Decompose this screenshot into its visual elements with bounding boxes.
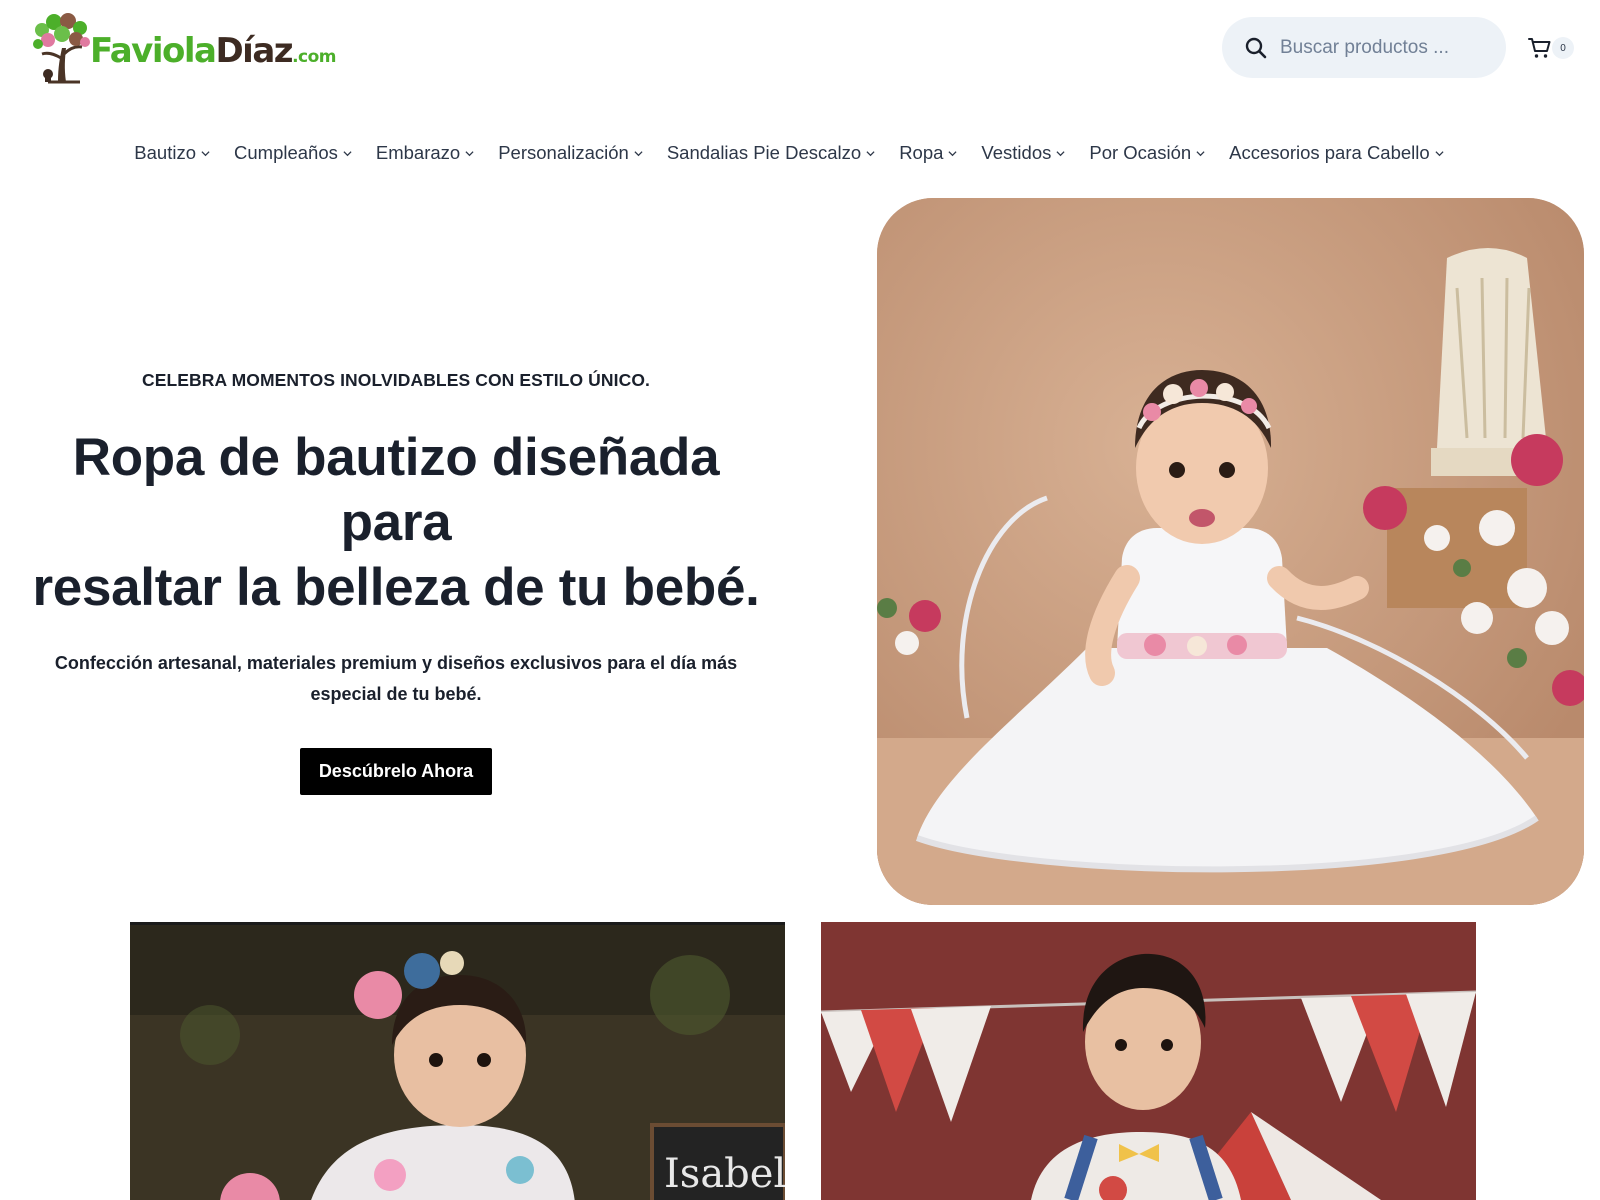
hero-photo-illustration [877,198,1584,905]
nav-item-label: Accesorios para Cabello [1229,142,1430,163]
chalkboard-name: Isabel [664,1151,785,1197]
hero-section: CELEBRA MOMENTOS INOLVIDABLES CON ESTILO… [20,370,772,795]
search-input[interactable] [1280,36,1490,59]
nav-item-ropa[interactable]: Ropa [899,138,957,168]
nav-item-por-ocasion[interactable]: Por Ocasión [1089,138,1205,168]
nav-item-cumpleanos[interactable]: Cumpleaños [234,138,352,168]
main-navigation: Bautizo Cumpleaños Embarazo Personalizac… [0,138,1600,168]
hero-image [877,198,1584,905]
chevron-down-icon [1196,150,1205,156]
chevron-down-icon [1435,150,1444,156]
hero-title: Ropa de bautizo diseñada para resaltar l… [20,425,772,620]
chevron-down-icon [634,150,643,156]
nav-item-embarazo[interactable]: Embarazo [376,138,474,168]
chevron-down-icon [948,150,957,156]
product-card-image-boy[interactable] [821,922,1476,1200]
hero-title-line1: Ropa de bautizo diseñada para [72,428,720,552]
tree-logo-icon [33,13,90,84]
hero-title-line2: resaltar la belleza de tu bebé. [32,558,760,617]
chevron-down-icon [343,150,352,156]
chevron-down-icon [465,150,474,156]
nav-item-label: Por Ocasión [1089,142,1192,163]
nav-item-label: Cumpleaños [234,142,338,163]
search-box[interactable] [1222,17,1506,78]
nav-item-label: Embarazo [375,142,461,163]
chevron-down-icon [1056,150,1065,156]
cart-button[interactable]: 0 [1528,34,1578,62]
logo-text-part1: Faviola [90,31,217,71]
nav-item-label: Personalización [498,142,629,163]
hero-subtitle: Confección artesanal, materiales premium… [54,653,738,704]
chevron-down-icon [866,150,875,156]
hero-eyebrow: CELEBRA MOMENTOS INOLVIDABLES CON ESTILO… [141,370,650,390]
cart-icon [1528,38,1551,58]
site-logo[interactable]: FaviolaDíaz.com [28,12,336,84]
nav-item-personalizacion[interactable]: Personalización [498,138,643,168]
product-card-image-girl[interactable]: Isabel [130,922,785,1200]
nav-item-bautizo[interactable]: Bautizo [134,138,210,168]
chevron-down-icon [201,150,210,156]
logo-wordmark: FaviolaDíaz.com [90,34,336,68]
nav-item-label: Ropa [899,142,944,163]
card-photo-illustration: Isabel [130,925,785,1200]
nav-item-label: Bautizo [134,142,197,163]
card-photo-illustration [821,922,1476,1200]
discover-now-button[interactable]: Descúbrelo Ahora [299,748,493,795]
nav-item-accesorios-cabello[interactable]: Accesorios para Cabello [1229,138,1444,168]
nav-item-sandalias[interactable]: Sandalias Pie Descalzo [667,138,875,168]
nav-item-vestidos[interactable]: Vestidos [981,138,1065,168]
cart-count-badge: 0 [1552,37,1574,59]
nav-item-label: Vestidos [981,142,1052,163]
nav-item-label: Sandalias Pie Descalzo [666,142,862,163]
search-icon[interactable] [1244,36,1268,60]
logo-text-part2: Díaz [215,31,293,71]
logo-text-part3: .com [292,47,336,67]
